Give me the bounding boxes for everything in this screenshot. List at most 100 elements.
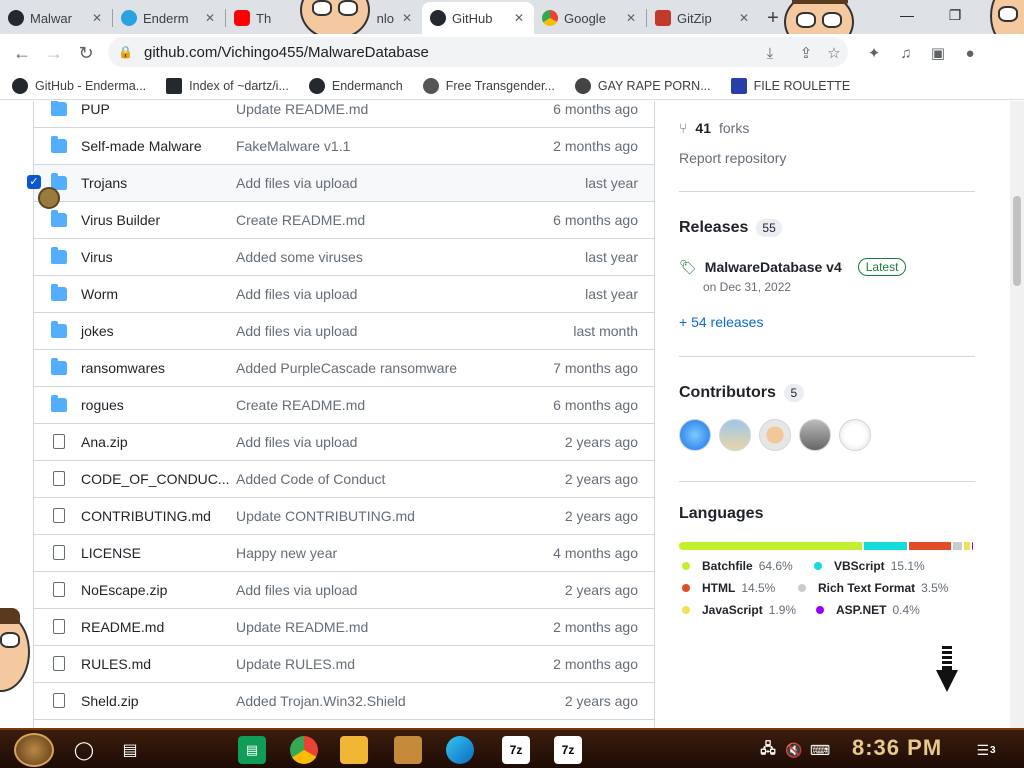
browser-tab-active[interactable]: GitHub ✕: [422, 2, 534, 34]
file-row[interactable]: CONTRIBUTING.md Update CONTRIBUTING.md 2 y…: [34, 498, 654, 535]
commit-message[interactable]: Add files via upload: [236, 175, 357, 191]
file-name[interactable]: PUP: [81, 101, 110, 117]
reload-button[interactable]: ↻: [70, 37, 102, 69]
latest-release-item[interactable]: 🏷 MalwareDatabase v4 Latest: [679, 258, 907, 276]
commit-message[interactable]: Add files via upload: [236, 582, 357, 598]
7zip-icon[interactable]: 7z: [554, 736, 582, 764]
commit-message[interactable]: Create README.md: [236, 212, 365, 228]
file-row[interactable]: NoEscape.zip Add files via upload 2 years …: [34, 572, 654, 609]
address-bar[interactable]: 🔒 github.com/Vichingo455/MalwareDatabase: [108, 37, 848, 67]
file-row[interactable]: Trojans Add files via upload last year: [34, 165, 654, 202]
language-item[interactable]: JavaScript 1.9%: [682, 603, 796, 617]
contributor-avatar[interactable]: [759, 419, 791, 451]
commit-message[interactable]: Update README.md: [236, 619, 368, 635]
file-row[interactable]: CODE_OF_CONDUC... Added Code of Conduct 2 …: [34, 461, 654, 498]
back-button[interactable]: ←: [6, 37, 38, 69]
forward-button[interactable]: →: [38, 37, 70, 69]
file-row[interactable]: README.md Update README.md 2 months ago: [34, 609, 654, 646]
browser-tab[interactable]: Enderm ✕: [113, 2, 225, 34]
contributor-avatar[interactable]: [839, 419, 871, 451]
volume-muted-icon[interactable]: 🔇: [780, 736, 808, 764]
language-item[interactable]: Batchfile 64.6%: [682, 559, 793, 573]
file-name[interactable]: Trojans: [81, 175, 127, 191]
side-panel-icon[interactable]: ▣: [924, 37, 952, 69]
network-icon[interactable]: 🖧: [754, 736, 782, 764]
chrome-icon[interactable]: [290, 736, 318, 764]
browser-tab[interactable]: Malwar ✕: [0, 2, 112, 34]
file-row[interactable]: Worm Add files via upload last year: [34, 276, 654, 313]
profile-icon[interactable]: ●: [956, 37, 984, 69]
install-icon[interactable]: ⤓: [756, 37, 784, 69]
bookmark-star-icon[interactable]: ☆: [820, 37, 848, 69]
commit-message[interactable]: Add files via upload: [236, 434, 357, 450]
more-releases-link[interactable]: + 54 releases: [679, 314, 763, 330]
file-row[interactable]: RULES.md Update RULES.md 2 months ago: [34, 646, 654, 683]
contributor-avatar[interactable]: [719, 419, 751, 451]
edge-icon[interactable]: [446, 736, 474, 764]
language-item[interactable]: HTML 14.5%: [682, 581, 775, 595]
file-name[interactable]: ransomwares: [81, 360, 165, 376]
file-name[interactable]: RULES.md: [81, 656, 151, 672]
file-name[interactable]: Virus Builder: [81, 212, 160, 228]
commit-message[interactable]: Added some viruses: [236, 249, 363, 265]
bookmark-item[interactable]: Endermanch: [308, 77, 403, 94]
browser-tab[interactable]: GitZip ✕: [647, 2, 759, 34]
file-row[interactable]: Sheld.zip Added Trojan.Win32.Shield 2 year…: [34, 683, 654, 720]
close-tab-icon[interactable]: ✕: [512, 11, 526, 25]
file-row[interactable]: ransomwares Added PurpleCascade ransomwar…: [34, 350, 654, 387]
file-name[interactable]: rogues: [81, 397, 124, 413]
close-tab-icon[interactable]: ✕: [90, 11, 104, 25]
taskbar-clock[interactable]: 8:36 PM: [852, 735, 942, 761]
commit-message[interactable]: Update README.md: [236, 101, 368, 117]
game-app-icon[interactable]: [394, 736, 422, 764]
minimize-button[interactable]: —: [884, 0, 930, 30]
language-item[interactable]: VBScript 15.1%: [814, 559, 925, 573]
commit-message[interactable]: Added PurpleCascade ransomware: [236, 360, 457, 376]
cortana-icon[interactable]: ◯: [70, 736, 98, 764]
file-row[interactable]: LICENSE Happy new year 4 months ago: [34, 535, 654, 572]
commit-message[interactable]: Add files via upload: [236, 286, 357, 302]
task-view-icon[interactable]: ▤: [116, 736, 144, 764]
report-repository-link[interactable]: Report repository: [679, 150, 786, 166]
file-row[interactable]: Virus Added some viruses last year: [34, 239, 654, 276]
file-name[interactable]: jokes: [81, 323, 114, 339]
start-button[interactable]: [14, 733, 54, 767]
file-name[interactable]: Sheld.zip: [81, 693, 139, 709]
bookmark-item[interactable]: Index of ~dartz/i...: [166, 77, 289, 94]
browser-tab[interactable]: Google ✕: [534, 2, 646, 34]
commit-message[interactable]: Added Code of Conduct: [236, 471, 385, 487]
bookmark-item[interactable]: Free Transgender...: [422, 77, 555, 94]
language-item[interactable]: Rich Text Format 3.5%: [798, 581, 948, 595]
file-name[interactable]: CODE_OF_CONDUC...: [81, 471, 230, 487]
close-tab-icon[interactable]: ✕: [400, 11, 414, 25]
file-name[interactable]: NoEscape.zip: [81, 582, 167, 598]
bookmark-item[interactable]: GAY RAPE PORN...: [574, 77, 711, 94]
bookmark-item[interactable]: GitHub - Enderma...: [12, 77, 146, 94]
keyboard-icon[interactable]: ⌨: [806, 736, 834, 764]
extensions-icon[interactable]: ✦: [860, 37, 888, 69]
share-icon[interactable]: ⇪: [792, 37, 820, 69]
commit-message[interactable]: Add files via upload: [236, 323, 357, 339]
close-tab-icon[interactable]: ✕: [737, 11, 751, 25]
forks-stat[interactable]: ⑂ 41 forks: [679, 120, 749, 136]
sheets-icon[interactable]: ▤: [238, 736, 266, 764]
7zip-icon[interactable]: 7z: [502, 736, 530, 764]
commit-message[interactable]: Update RULES.md: [236, 656, 355, 672]
selection-checkbox[interactable]: ✓: [27, 175, 41, 189]
file-name[interactable]: Self-made Malware: [81, 138, 202, 154]
notification-icon[interactable]: ☰ 3: [972, 736, 1000, 764]
language-item[interactable]: ASP.NET 0.4%: [816, 603, 920, 617]
media-icon[interactable]: ♫: [892, 37, 920, 69]
scrollbar-thumb[interactable]: [1013, 196, 1021, 286]
contributors-heading[interactable]: Contributors 5: [679, 384, 804, 402]
file-row[interactable]: PUP Update README.md 6 months ago: [34, 101, 654, 128]
close-tab-icon[interactable]: ✕: [624, 11, 638, 25]
file-name[interactable]: Virus: [81, 249, 113, 265]
file-name[interactable]: CONTRIBUTING.md: [81, 508, 211, 524]
file-name[interactable]: README.md: [81, 619, 164, 635]
file-row[interactable]: rogues Create README.md 6 months ago: [34, 387, 654, 424]
bookmark-item[interactable]: FILE ROULETTE: [730, 77, 850, 94]
file-row[interactable]: Ana.zip Add files via upload 2 years ago: [34, 424, 654, 461]
commit-message[interactable]: Happy new year: [236, 545, 337, 561]
close-tab-icon[interactable]: ✕: [203, 11, 217, 25]
